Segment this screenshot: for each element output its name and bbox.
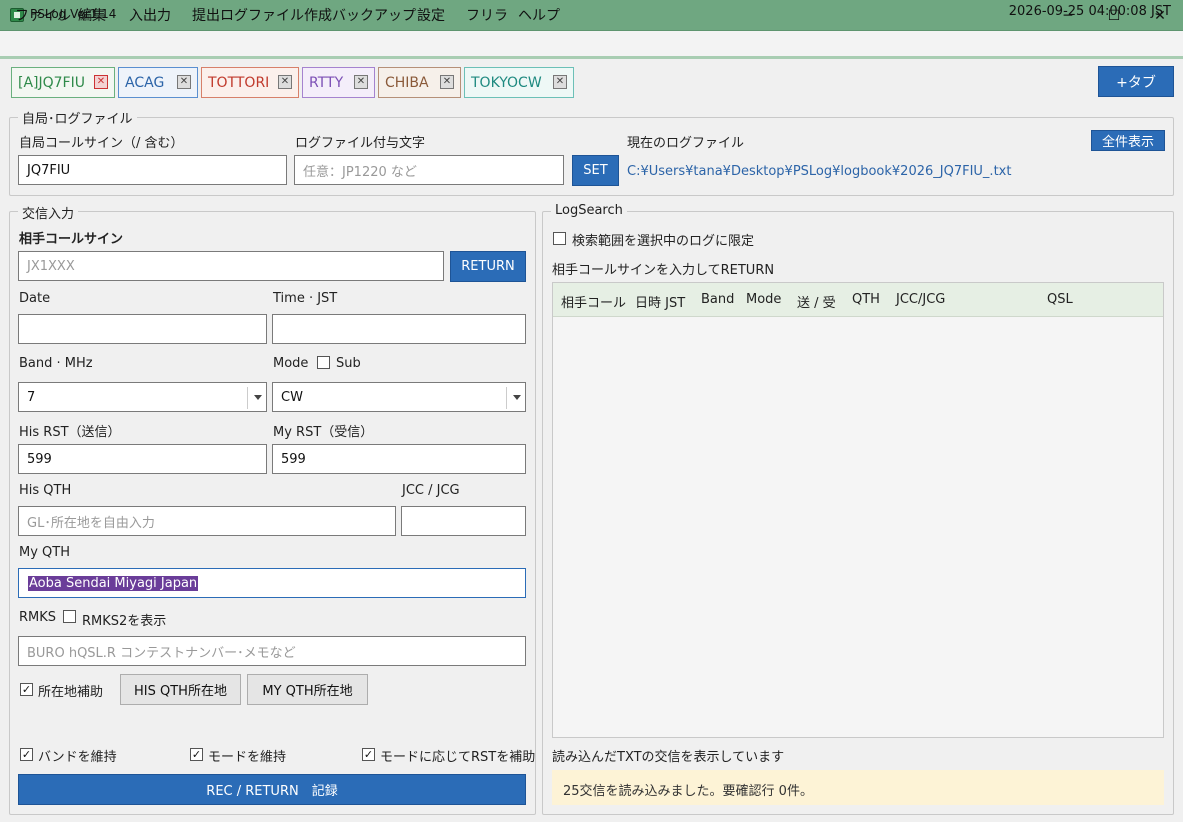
my-rst-label: My RST（受信） — [273, 425, 374, 440]
qso-group-title: 交信入力 — [18, 203, 79, 222]
tab-label: [A]JQ7FIU — [18, 74, 85, 91]
his-qth-location-button[interactable]: HIS QTH所在地 — [120, 674, 241, 705]
logsearch-group-title: LogSearch — [551, 203, 627, 218]
his-rst-input[interactable]: 599 — [18, 444, 267, 474]
status-message: 25交信を読み込みました。要確認行 0件。 — [552, 770, 1164, 805]
menu-help[interactable]: ヘルプ — [518, 5, 560, 25]
add-tab-button[interactable]: +タブ — [1098, 66, 1174, 97]
log-file-path[interactable]: C:¥Users¥tana¥Desktop¥PSLog¥logbook¥2026… — [627, 164, 1011, 179]
tab-tokyocw[interactable]: TOKYOCW ✕ — [464, 67, 574, 98]
tab-chiba[interactable]: CHIBA ✕ — [378, 67, 461, 98]
tab-label: TOTTORI — [208, 74, 270, 91]
tab-jq7fiu[interactable]: [A]JQ7FIU ✕ — [11, 67, 115, 98]
my-qth-location-button[interactable]: MY QTH所在地 — [247, 674, 368, 705]
tab-acag[interactable]: ACAG ✕ — [118, 67, 198, 98]
his-rst-label: His RST（送信） — [19, 425, 121, 440]
tab-close-icon[interactable]: ✕ — [177, 75, 191, 89]
tab-label: ACAG — [125, 74, 165, 91]
col-datetime[interactable]: 日時 JST — [635, 292, 685, 311]
rmks2-label: RMKS2を表示 — [82, 614, 167, 629]
band-label: Band · MHz — [19, 356, 93, 371]
partner-call-label: 相手コールサイン — [19, 232, 124, 247]
tab-close-icon[interactable]: ✕ — [440, 75, 454, 89]
sub-checkbox[interactable] — [317, 356, 330, 369]
time-label: Time · JST — [273, 291, 338, 306]
col-band[interactable]: Band — [701, 292, 734, 307]
menu-settings[interactable]: 設定 — [417, 5, 445, 25]
tab-tottori[interactable]: TOTTORI ✕ — [201, 67, 299, 98]
limit-search-checkbox[interactable] — [553, 232, 566, 245]
date-input[interactable] — [18, 314, 267, 344]
menu-furira[interactable]: フリラ — [466, 5, 508, 25]
show-all-button[interactable]: 全件表示 — [1091, 130, 1165, 151]
jcc-label: JCC / JCG — [402, 483, 460, 498]
callsign-input[interactable]: JQ7FIU — [18, 155, 287, 185]
sub-label: Sub — [336, 356, 361, 371]
col-rst[interactable]: 送 / 受 — [797, 292, 836, 311]
col-qsl[interactable]: QSL — [1047, 292, 1073, 307]
title-bar — [0, 0, 1183, 31]
tab-close-icon[interactable]: ✕ — [553, 75, 567, 89]
tab-close-icon[interactable]: ✕ — [354, 75, 368, 89]
results-footer: 読み込んだTXTの交信を表示しています — [552, 750, 785, 765]
band-select[interactable]: 7 — [18, 382, 267, 412]
return-button[interactable]: RETURN — [450, 251, 526, 282]
tab-label: RTTY — [309, 74, 344, 91]
tab-label: CHIBA — [385, 74, 429, 91]
his-qth-input[interactable]: GL･所在地を自由入力 — [18, 506, 396, 536]
station-group-title: 自局･ログファイル — [18, 108, 137, 127]
my-rst-input[interactable]: 599 — [272, 444, 526, 474]
location-assist-label: 所在地補助 — [38, 685, 104, 700]
col-jcc[interactable]: JCC/JCG — [896, 292, 945, 307]
tab-label: TOKYOCW — [471, 74, 542, 91]
partner-call-input[interactable]: JX1XXX — [18, 251, 444, 281]
rmks-label: RMKS — [19, 610, 57, 625]
mode-label: Mode — [273, 356, 309, 371]
location-assist-checkbox[interactable]: ✓ — [20, 683, 33, 696]
results-table — [552, 282, 1164, 738]
my-qth-label: My QTH — [19, 545, 70, 560]
rmks2-checkbox[interactable] — [63, 610, 76, 623]
rst-assist-checkbox[interactable]: ✓ — [362, 748, 375, 761]
menu-backup[interactable]: バックアップ — [332, 5, 416, 25]
col-partner-call[interactable]: 相手コール — [561, 292, 626, 311]
menu-file[interactable]: ファイル — [15, 5, 71, 25]
his-qth-label: His QTH — [19, 483, 72, 498]
time-input[interactable] — [272, 314, 526, 344]
current-log-label: 現在のログファイル — [627, 136, 745, 151]
suffix-input[interactable]: 任意：JP1220 など — [294, 155, 564, 185]
mode-select[interactable]: CW — [272, 382, 526, 412]
suffix-label: ログファイル付与文字 — [295, 136, 426, 151]
limit-search-label: 検索範囲を選択中のログに限定 — [572, 234, 755, 249]
date-label: Date — [19, 291, 51, 306]
search-hint: 相手コールサインを入力してRETURN — [552, 263, 775, 278]
col-qth[interactable]: QTH — [852, 292, 880, 307]
callsign-label: 自局コールサイン（/ 含む） — [19, 136, 184, 151]
keep-mode-label: モードを維持 — [208, 750, 287, 765]
tab-close-icon[interactable]: ✕ — [94, 75, 108, 89]
col-mode[interactable]: Mode — [746, 292, 781, 307]
menu-io[interactable]: 入出力 — [129, 5, 171, 25]
set-button[interactable]: SET — [572, 155, 619, 186]
menu-bar — [0, 31, 1183, 59]
tab-rtty[interactable]: RTTY ✕ — [302, 67, 375, 98]
menu-submit-log[interactable]: 提出ログファイル作成 — [192, 5, 332, 25]
my-qth-input[interactable]: Aoba Sendai Miyagi Japan — [18, 568, 526, 598]
keep-band-checkbox[interactable]: ✓ — [20, 748, 33, 761]
record-button[interactable]: REC / RETURN 記録 — [18, 774, 526, 805]
jcc-input[interactable] — [401, 506, 526, 536]
menu-edit[interactable]: 編集 — [78, 5, 106, 25]
clock: 2026-09-25 04:00:08 JST — [1008, 4, 1171, 19]
keep-mode-checkbox[interactable]: ✓ — [190, 748, 203, 761]
rst-assist-label: モードに応じてRSTを補助 — [380, 750, 536, 765]
tab-close-icon[interactable]: ✕ — [278, 75, 292, 89]
my-qth-selected-text: Aoba Sendai Miyagi Japan — [28, 575, 199, 591]
rmks-input[interactable]: BURO hQSL.R コンテストナンバー･メモなど — [18, 636, 526, 666]
keep-band-label: バンドを維持 — [38, 750, 117, 765]
